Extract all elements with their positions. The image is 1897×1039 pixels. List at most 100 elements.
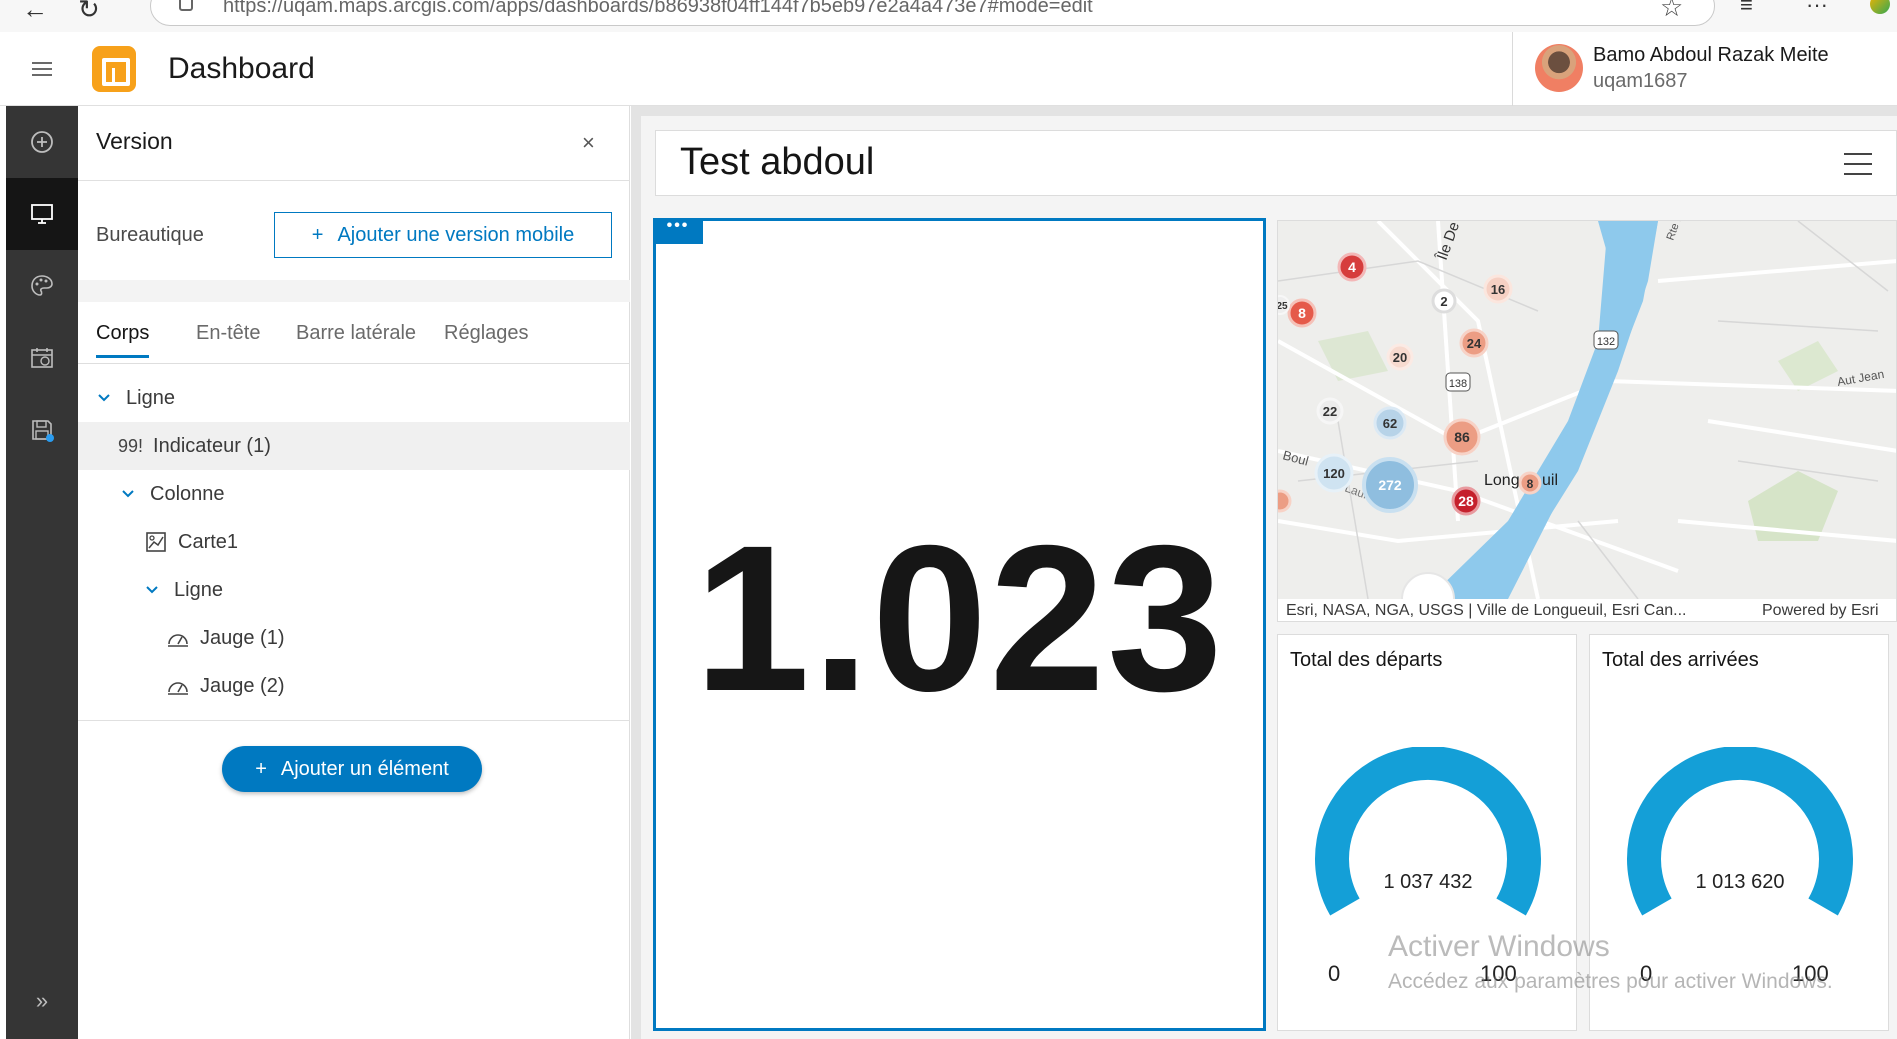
- map-cluster[interactable]: 86: [1454, 429, 1470, 445]
- map-cluster[interactable]: 120: [1323, 466, 1345, 481]
- user-name: Bamo Abdoul Razak Meite: [1593, 44, 1829, 66]
- gauge-arc: [1627, 747, 1853, 916]
- windows-activation-hint: Accédez aux paramètres pour activer Wind…: [1388, 970, 1833, 993]
- chevron-down-icon[interactable]: [144, 582, 160, 598]
- indicator-value: 1.023: [694, 503, 1225, 735]
- tree-item-indicateur[interactable]: 99! Indicateur (1): [78, 422, 630, 470]
- map-label: uil: [1542, 472, 1558, 489]
- map-cluster[interactable]: 25: [1278, 301, 1288, 312]
- plus-icon: +: [255, 757, 267, 780]
- more-menu-icon[interactable]: ···: [1806, 0, 1828, 18]
- map-attribution: Esri, NASA, NGA, USGS | Ville de Longueu…: [1278, 599, 1896, 621]
- tree-item-label: Carte1: [178, 530, 239, 553]
- map-cluster[interactable]: 22: [1323, 404, 1337, 419]
- dashboard-logo-icon: [92, 46, 136, 92]
- add-icon: [31, 131, 53, 153]
- user-menu[interactable]: Bamo Abdoul Razak Meite uqam1687: [1512, 32, 1897, 106]
- save-rail-button[interactable]: [6, 394, 78, 466]
- tab-en-tete[interactable]: En-tête: [196, 322, 260, 355]
- panel-tabs: Corps En-tête Barre latérale Réglages: [78, 302, 630, 364]
- tree-item-jauge-2[interactable]: Jauge (2): [78, 662, 630, 710]
- tab-reglages[interactable]: Réglages: [444, 322, 529, 355]
- dashboard-title: Test abdoul: [680, 141, 875, 183]
- reading-list-icon[interactable]: ≡: [1740, 0, 1753, 18]
- tree-item-jauge-1[interactable]: Jauge (1): [78, 614, 630, 662]
- url-text: https://uqam.maps.arcgis.com/apps/dashbo…: [223, 0, 1093, 17]
- user-id: uqam1687: [1593, 70, 1688, 92]
- gauge-title: Total des départs: [1290, 649, 1443, 671]
- reload-icon[interactable]: ↻: [78, 0, 100, 25]
- add-element-label: Ajouter un élément: [280, 757, 449, 780]
- browser-toolbar: ← ↻ https://uqam.maps.arcgis.com/apps/da…: [0, 0, 1897, 32]
- gauge-icon: [168, 634, 188, 647]
- palette-icon: [31, 275, 53, 296]
- dashboard-canvas: Test abdoul ••• 1.023 Île De Rte 132 Aut…: [631, 106, 1897, 1039]
- route-shield: 138: [1449, 378, 1467, 390]
- hamburger-menu-icon[interactable]: [32, 62, 52, 76]
- gauge-arc: [1315, 747, 1541, 916]
- divider: [78, 180, 630, 181]
- refresh-rail-button[interactable]: [6, 322, 78, 394]
- dashboard: Test abdoul ••• 1.023 Île De Rte 132 Aut…: [641, 116, 1897, 1039]
- app-title: Dashboard: [168, 52, 315, 85]
- favorite-star-icon[interactable]: ☆: [1660, 0, 1683, 23]
- address-bar[interactable]: https://uqam.maps.arcgis.com/apps/dashbo…: [150, 0, 1715, 26]
- map-cluster[interactable]: 28: [1458, 493, 1474, 509]
- tree-item-colonne[interactable]: Colonne: [78, 470, 630, 518]
- indicator-icon: 99!: [118, 435, 144, 456]
- layout-rail-button[interactable]: [6, 178, 78, 250]
- gauge-icon: [168, 682, 188, 695]
- add-element-button[interactable]: + Ajouter un élément: [222, 746, 482, 792]
- gauge-min-label: 0: [1328, 961, 1341, 986]
- desktop-icon: [31, 204, 53, 224]
- tree-item-label: Colonne: [150, 482, 225, 505]
- map-cluster[interactable]: 20: [1393, 350, 1407, 365]
- calendar-refresh-icon: [31, 348, 53, 368]
- attribution-text[interactable]: Esri, NASA, NGA, USGS | Ville de Longueu…: [1286, 602, 1748, 620]
- map-cluster[interactable]: 16: [1491, 282, 1505, 297]
- side-rail: »: [6, 106, 78, 1039]
- map-widget[interactable]: Île De Rte 132 Aut Jean Boul Laurent Lon…: [1277, 220, 1897, 622]
- app-root: ← ↻ https://uqam.maps.arcgis.com/apps/da…: [0, 0, 1897, 1039]
- map-cluster[interactable]: 4: [1348, 259, 1356, 275]
- map-cluster[interactable]: 272: [1378, 477, 1402, 493]
- map-cluster[interactable]: 24: [1467, 336, 1482, 351]
- gauge-title: Total des arrivées: [1602, 649, 1759, 671]
- tree-item-label: Ligne: [174, 578, 223, 601]
- version-desktop-label[interactable]: Bureautique: [96, 224, 204, 247]
- chevron-down-icon[interactable]: [120, 486, 136, 502]
- map-cluster[interactable]: 62: [1383, 416, 1397, 431]
- dashboard-header[interactable]: Test abdoul: [655, 130, 1897, 196]
- back-arrow-icon[interactable]: ←: [22, 0, 48, 25]
- app-header: Dashboard Bamo Abdoul Razak Meite uqam16…: [0, 32, 1897, 106]
- tree-item-ligne-nested[interactable]: Ligne: [78, 566, 630, 614]
- tab-barre-laterale[interactable]: Barre latérale: [296, 322, 416, 355]
- chevron-down-icon[interactable]: [96, 390, 112, 406]
- close-icon[interactable]: ×: [582, 130, 595, 156]
- save-icon: [32, 420, 54, 442]
- indicator-widget[interactable]: ••• 1.023: [653, 218, 1266, 1031]
- powered-by-link[interactable]: Powered by Esri: [1762, 602, 1879, 620]
- expand-rail-icon[interactable]: »: [6, 988, 78, 1028]
- divider: [78, 720, 630, 721]
- route-shield: 132: [1597, 336, 1615, 348]
- tab-corps[interactable]: Corps: [96, 322, 150, 358]
- plus-icon: +: [311, 223, 324, 246]
- profile-icon[interactable]: [1870, 0, 1890, 14]
- map-cluster[interactable]: 8: [1527, 477, 1534, 491]
- tree-item-label: Ligne: [126, 386, 175, 409]
- gauge-value: 1 013 620: [1695, 871, 1785, 893]
- dashboard-menu-icon[interactable]: [1844, 153, 1872, 175]
- map-cluster[interactable]: 8: [1298, 305, 1306, 321]
- tree-item-ligne[interactable]: Ligne: [78, 374, 630, 422]
- site-info-icon[interactable]: [179, 0, 193, 11]
- add-element-rail-button[interactable]: [6, 106, 78, 178]
- add-mobile-version-button[interactable]: + Ajouter une version mobile: [274, 212, 612, 258]
- tree-item-carte1[interactable]: Carte1: [78, 518, 630, 566]
- map-cluster[interactable]: 2: [1440, 294, 1447, 309]
- tree-item-label: Indicateur (1): [153, 434, 271, 457]
- map-canvas[interactable]: Île De Rte 132 Aut Jean Boul Laurent Lon…: [1278, 221, 1897, 599]
- theme-rail-button[interactable]: [6, 250, 78, 322]
- map-label: Long: [1484, 472, 1520, 489]
- panel-title: Version: [96, 128, 173, 154]
